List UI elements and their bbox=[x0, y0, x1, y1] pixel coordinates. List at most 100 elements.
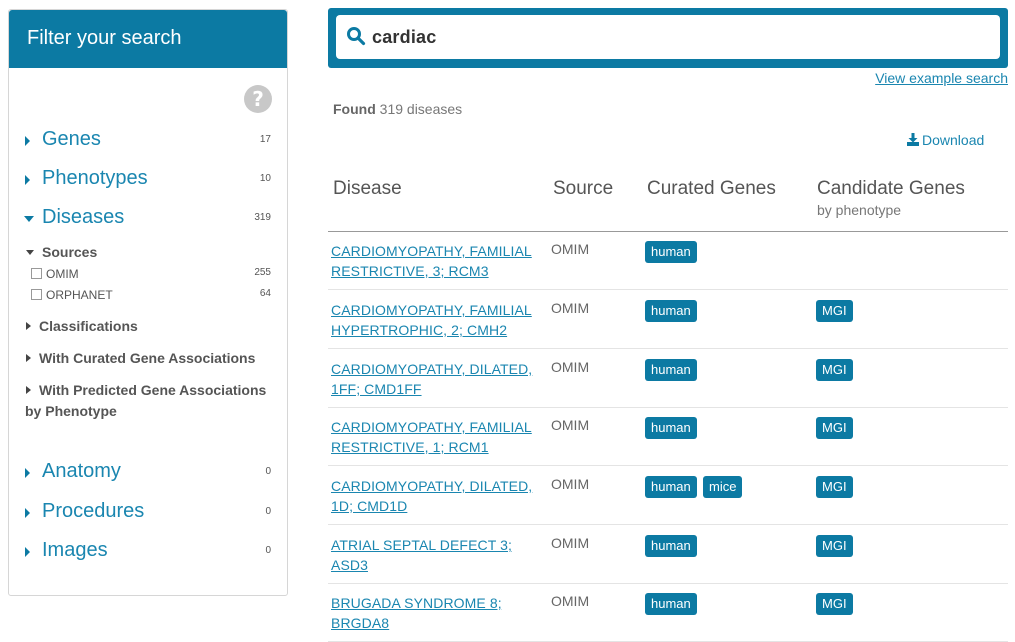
disease-link[interactable]: CARDIOMYOPATHY, FAMILIAL RESTRICTIVE, 3; … bbox=[331, 241, 541, 281]
column-header-source[interactable]: Source bbox=[553, 178, 613, 200]
column-subheader-candidate: by phenotype bbox=[817, 202, 902, 218]
source-cell: OMIM bbox=[551, 476, 590, 492]
sources-toggle[interactable]: Sources bbox=[42, 244, 97, 260]
download-button[interactable]: Download bbox=[907, 132, 984, 148]
facet-label: Diseases bbox=[42, 206, 125, 228]
chevron-down-icon bbox=[24, 216, 34, 222]
candidate-gene-badge-mgi[interactable]: MGI bbox=[816, 593, 853, 615]
filter-sidebar: Filter your search ? Genes 17 Phenotypes… bbox=[8, 9, 288, 596]
disease-link[interactable]: CARDIOMYOPATHY, FAMILIAL RESTRICTIVE, 1; … bbox=[331, 417, 541, 457]
column-header-disease[interactable]: Disease bbox=[333, 178, 402, 200]
disease-name-line2: ASD3 bbox=[331, 557, 368, 573]
candidate-gene-badge-mgi[interactable]: MGI bbox=[816, 300, 853, 322]
chevron-down-icon bbox=[26, 250, 34, 255]
chevron-right-icon bbox=[25, 136, 30, 146]
table-row: CARDIOMYOPATHY, DILATED, 1D; CMD1D OMIM hum… bbox=[328, 466, 1008, 525]
chevron-right-icon bbox=[25, 508, 30, 518]
predicted-associations-toggle-line2[interactable]: by Phenotype bbox=[25, 403, 117, 419]
chevron-right-icon bbox=[25, 547, 30, 557]
option-count: 64 bbox=[259, 288, 271, 299]
disease-link[interactable]: ATRIAL SEPTAL DEFECT 3; ASD3 bbox=[331, 535, 541, 575]
classifications-toggle[interactable]: Classifications bbox=[39, 318, 138, 334]
disease-name-line1: CARDIOMYOPATHY, FAMILIAL bbox=[331, 302, 532, 318]
table-row: CARDIOMYOPATHY, DILATED, 1FF; CMD1FF OMIM h… bbox=[328, 349, 1008, 408]
facet-label: Phenotypes bbox=[42, 167, 148, 189]
facet-genes[interactable]: Genes 17 bbox=[25, 128, 271, 156]
chevron-right-icon bbox=[26, 386, 31, 394]
source-cell: OMIM bbox=[551, 593, 590, 609]
disease-name-line2: BRGDA8 bbox=[331, 615, 390, 631]
disease-name-line1: ATRIAL SEPTAL DEFECT 3; bbox=[331, 537, 512, 553]
predicted-associations-toggle[interactable]: With Predicted Gene Associations bbox=[39, 382, 266, 398]
column-header-curated-genes[interactable]: Curated Genes bbox=[647, 178, 776, 200]
disease-name-line2: HYPERTROPHIC, 2; CMH2 bbox=[331, 322, 508, 338]
facet-count: 0 bbox=[265, 545, 271, 556]
source-cell: OMIM bbox=[551, 359, 590, 375]
curated-gene-badge-mice[interactable]: mice bbox=[703, 476, 743, 498]
facet-phenotypes[interactable]: Phenotypes 10 bbox=[25, 167, 271, 195]
sidebar-title: Filter your search bbox=[9, 10, 287, 68]
disease-name-line2: 1FF; CMD1FF bbox=[331, 381, 422, 397]
source-option-omim[interactable]: OMIM 255 bbox=[31, 266, 271, 282]
search-box[interactable] bbox=[336, 15, 1000, 59]
disease-name-line1: BRUGADA SYNDROME 8; bbox=[331, 595, 502, 611]
facet-label: Images bbox=[42, 539, 108, 561]
table-row: BRUGADA SYNDROME 8; BRGDA8 OMIM human MGI bbox=[328, 583, 1008, 642]
curated-gene-badge-human[interactable]: human bbox=[645, 476, 697, 498]
curated-gene-badge-human[interactable]: human bbox=[645, 241, 697, 263]
facet-label: Procedures bbox=[42, 500, 145, 522]
disease-name-line1: CARDIOMYOPATHY, DILATED, bbox=[331, 361, 533, 377]
disease-name-line2: RESTRICTIVE, 3; RCM3 bbox=[331, 263, 489, 279]
found-text: 319 diseases bbox=[379, 101, 463, 117]
option-label: OMIM bbox=[46, 267, 79, 281]
candidate-gene-badge-mgi[interactable]: MGI bbox=[816, 535, 853, 557]
search-input[interactable] bbox=[372, 23, 990, 51]
view-example-search-link[interactable]: View example search bbox=[875, 70, 1008, 86]
source-cell: OMIM bbox=[551, 535, 590, 551]
candidate-gene-badge-mgi[interactable]: MGI bbox=[816, 359, 853, 381]
chevron-right-icon bbox=[25, 468, 30, 478]
disease-name-line1: CARDIOMYOPATHY, FAMILIAL bbox=[331, 419, 532, 435]
table-row: CARDIOMYOPATHY, FAMILIAL HYPERTROPHIC, 2;… bbox=[328, 290, 1008, 349]
option-label: ORPHANET bbox=[46, 288, 113, 302]
disease-link[interactable]: CARDIOMYOPATHY, DILATED, 1FF; CMD1FF bbox=[331, 359, 541, 399]
facet-label: Genes bbox=[42, 128, 101, 150]
source-option-orphanet[interactable]: ORPHANET 64 bbox=[31, 287, 271, 303]
facet-count: 10 bbox=[259, 173, 271, 184]
facet-procedures[interactable]: Procedures 0 bbox=[25, 500, 271, 528]
orphanet-checkbox[interactable] bbox=[31, 289, 42, 300]
facet-diseases[interactable]: Diseases 319 bbox=[24, 206, 271, 234]
omim-checkbox[interactable] bbox=[31, 268, 42, 279]
column-header-candidate-genes[interactable]: Candidate Genes bbox=[817, 178, 965, 200]
source-cell: OMIM bbox=[551, 417, 590, 433]
candidate-gene-badge-mgi[interactable]: MGI bbox=[816, 417, 853, 439]
disease-name-line2: RESTRICTIVE, 1; RCM1 bbox=[331, 439, 489, 455]
curated-gene-badge-human[interactable]: human bbox=[645, 417, 697, 439]
table-row: CARDIOMYOPATHY, FAMILIAL RESTRICTIVE, 3; … bbox=[328, 231, 1008, 290]
source-cell: OMIM bbox=[551, 241, 590, 257]
help-icon[interactable]: ? bbox=[244, 85, 272, 113]
found-label: Found bbox=[333, 101, 376, 117]
download-icon bbox=[907, 133, 919, 146]
disease-link[interactable]: BRUGADA SYNDROME 8; BRGDA8 bbox=[331, 593, 541, 633]
facet-count: 319 bbox=[254, 212, 271, 223]
curated-gene-badge-human[interactable]: human bbox=[645, 359, 697, 381]
facet-label: Anatomy bbox=[42, 460, 121, 482]
curated-gene-badge-human[interactable]: human bbox=[645, 300, 697, 322]
facet-images[interactable]: Images 0 bbox=[25, 539, 271, 567]
disease-link[interactable]: CARDIOMYOPATHY, FAMILIAL HYPERTROPHIC, 2;… bbox=[331, 300, 541, 340]
results-count: Found 319 diseases bbox=[333, 101, 462, 117]
curated-associations-toggle[interactable]: With Curated Gene Associations bbox=[39, 350, 255, 366]
source-cell: OMIM bbox=[551, 300, 590, 316]
curated-gene-badge-human[interactable]: human bbox=[645, 535, 697, 557]
curated-gene-badge-human[interactable]: human bbox=[645, 593, 697, 615]
table-row: CARDIOMYOPATHY, FAMILIAL RESTRICTIVE, 1; … bbox=[328, 407, 1008, 466]
search-bar bbox=[328, 8, 1008, 68]
search-icon bbox=[347, 27, 366, 46]
facet-count: 0 bbox=[265, 466, 271, 477]
disease-link[interactable]: CARDIOMYOPATHY, DILATED, 1D; CMD1D bbox=[331, 476, 541, 516]
facet-anatomy[interactable]: Anatomy 0 bbox=[25, 460, 271, 488]
download-label: Download bbox=[922, 132, 985, 148]
chevron-right-icon bbox=[26, 322, 31, 330]
candidate-gene-badge-mgi[interactable]: MGI bbox=[816, 476, 853, 498]
